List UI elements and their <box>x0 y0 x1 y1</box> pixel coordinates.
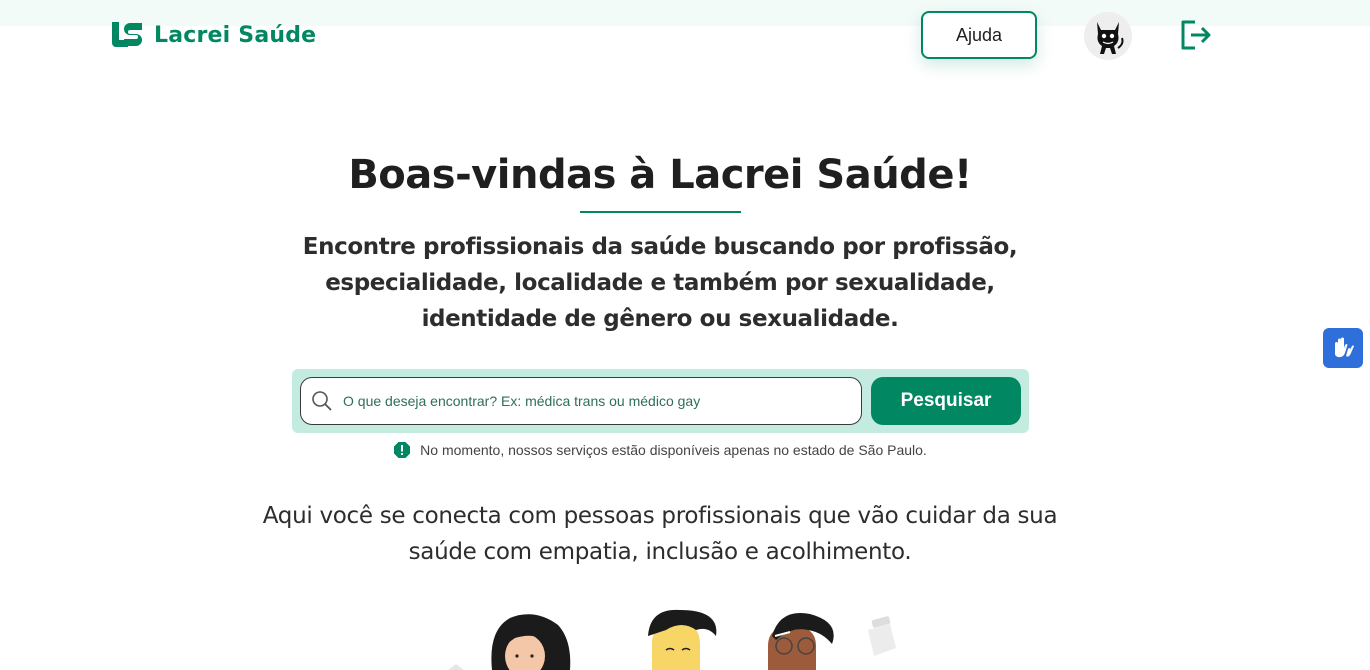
professionals-illustration <box>448 609 896 670</box>
availability-notice-text: No momento, nossos serviços estão dispon… <box>420 442 927 458</box>
alert-octagon-icon <box>394 442 411 458</box>
page-title: Boas-vindas à Lacrei Saúde! <box>348 152 972 198</box>
accessibility-button[interactable] <box>1323 328 1363 368</box>
sign-language-hands-icon <box>1335 337 1354 358</box>
logout-icon[interactable] <box>1178 17 1214 53</box>
brand-logo[interactable]: Lacrei Saúde <box>110 20 316 50</box>
search-field[interactable] <box>300 377 862 425</box>
search-bar: Pesquisar <box>292 369 1029 433</box>
search-button[interactable]: Pesquisar <box>871 377 1021 425</box>
user-avatar[interactable] <box>1084 12 1132 60</box>
cat-avatar-icon <box>1084 12 1132 60</box>
lacrei-logo-icon <box>112 22 142 47</box>
search-input[interactable] <box>343 393 843 409</box>
search-icon <box>312 391 332 411</box>
tagline: Aqui você se conecta com pessoas profiss… <box>262 503 1058 565</box>
title-underline <box>580 211 741 213</box>
availability-notice: No momento, nossos serviços estão dispon… <box>0 441 1320 459</box>
hero-subtitle: Encontre profissionais da saúde buscando… <box>302 234 1018 332</box>
site-header: Lacrei Saúde Ajuda <box>0 0 1370 72</box>
logo-text: Lacrei Saúde <box>154 22 317 48</box>
help-button[interactable]: Ajuda <box>921 11 1037 59</box>
